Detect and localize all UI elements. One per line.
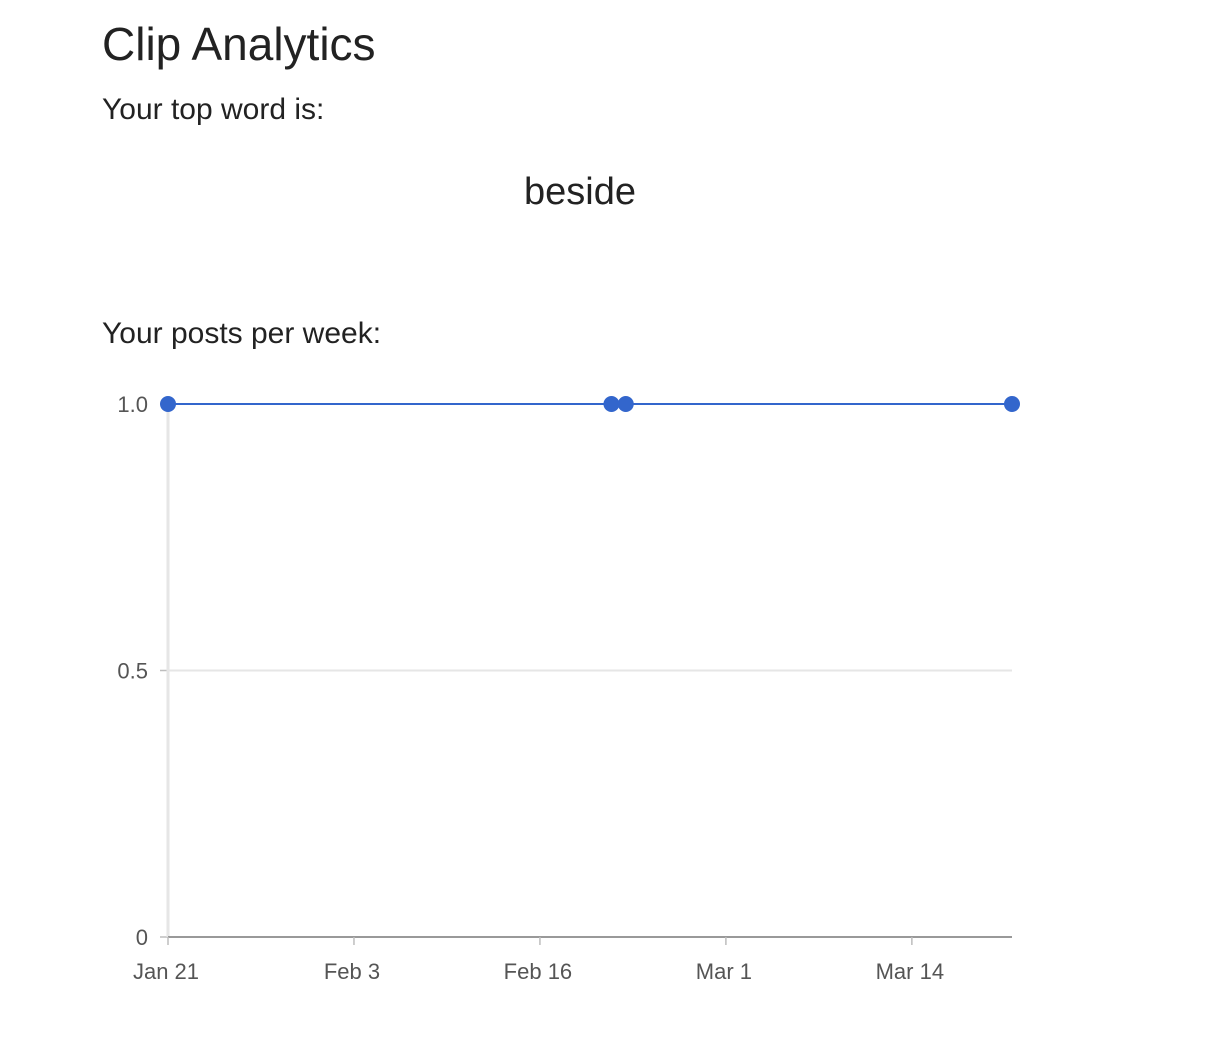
- data-point: [617, 396, 634, 412]
- y-tick-label: 1.0: [117, 392, 148, 417]
- posts-per-week-chart: 1.0 0.5 0 Jan 21 Feb 3 Feb 16 Mar 1 Mar 14: [117, 392, 1020, 984]
- analytics-page: Clip Analytics Your top word is: beside …: [0, 0, 1220, 1046]
- x-tick-label: Mar 14: [876, 959, 944, 984]
- x-tick-label: Jan 21: [133, 959, 199, 984]
- data-point: [603, 396, 620, 412]
- x-tick-label: Feb 16: [504, 959, 573, 984]
- data-point: [160, 396, 176, 412]
- data-point: [1004, 396, 1020, 412]
- x-tick-label: Mar 1: [696, 959, 752, 984]
- y-tick-label: 0: [136, 925, 148, 950]
- x-tick-label: Feb 3: [324, 959, 380, 984]
- y-tick-label: 0.5: [117, 659, 148, 684]
